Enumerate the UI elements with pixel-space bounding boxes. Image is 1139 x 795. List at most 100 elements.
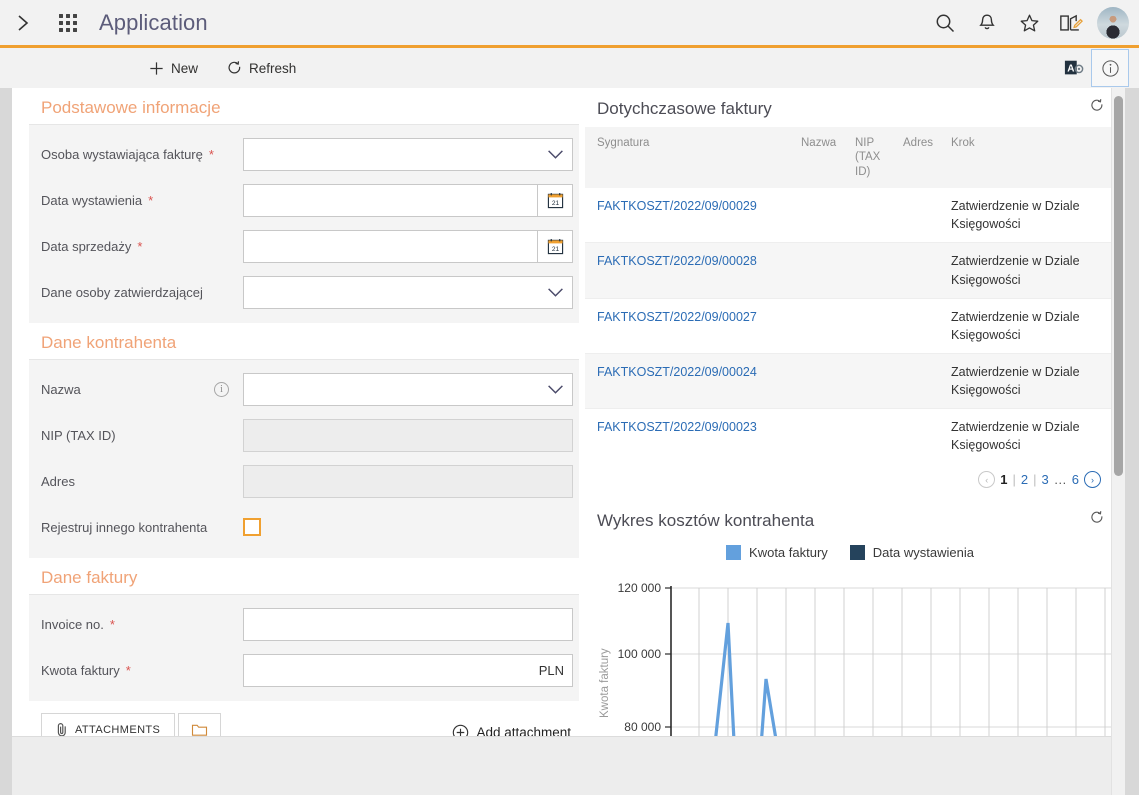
field-label: Osoba wystawiająca fakturę * — [29, 147, 243, 162]
bottom-band — [12, 736, 1125, 795]
cell-sygnatura: FAKTKOSZT/2022/09/00024 — [585, 353, 797, 410]
column-header-nip[interactable]: NIP (TAX ID) — [851, 127, 899, 189]
avatar[interactable] — [1097, 7, 1129, 39]
cell-krok: Zatwierdzenie w Dziale Księgowości — [947, 353, 1115, 410]
date-picker-button[interactable]: 21 — [537, 229, 573, 263]
new-button-label: New — [171, 60, 199, 76]
field-osoba-wystawiajaca: Osoba wystawiająca fakturę * — [29, 131, 579, 177]
notes-edit-icon[interactable] — [1053, 3, 1089, 43]
dane-osoby-zatwierdzajacej-select[interactable] — [243, 275, 573, 309]
legend-label: Kwota faktury — [749, 545, 828, 561]
scrollbar-thumb[interactable] — [1114, 96, 1123, 476]
nazwa-select[interactable] — [243, 372, 573, 406]
tab-attachments-label: ATTACHMENTS — [75, 723, 161, 736]
currency-suffix: PLN — [538, 662, 564, 678]
invoices-panel-header: Dotychczasowe faktury — [585, 88, 1115, 127]
field-data-wystawienia: Data wystawienia * 21 — [29, 177, 579, 223]
adres-input[interactable] — [243, 464, 573, 498]
field-label: Data wystawienia * — [29, 193, 243, 208]
label-text: NIP (TAX ID) — [41, 427, 116, 443]
field-control — [243, 137, 573, 171]
section-title-basic-info: Podstawowe informacje — [41, 98, 221, 117]
column-header-adres[interactable]: Adres — [899, 127, 947, 189]
invoice-link[interactable]: FAKTKOSZT/2022/09/00028 — [597, 254, 757, 268]
cell-adres — [899, 409, 947, 464]
legend-item-kwota-faktury[interactable]: Kwota faktury — [726, 545, 828, 561]
cell-krok: Zatwierdzenie w Dziale Księgowości — [947, 298, 1115, 354]
column-header-krok[interactable]: Krok — [947, 127, 1115, 189]
cell-krok: Zatwierdzenie w Dziale Księgowości — [951, 420, 1080, 453]
rejestruj-innego-kontrahenta-checkbox[interactable] — [243, 518, 261, 536]
app-launcher-icon[interactable] — [46, 0, 90, 46]
invoice-link[interactable]: FAKTKOSZT/2022/09/00027 — [597, 310, 757, 324]
field-control — [243, 372, 573, 406]
invoice-link[interactable]: FAKTKOSZT/2022/09/00024 — [597, 365, 757, 379]
cell-sygnatura: FAKTKOSZT/2022/09/00028 — [585, 242, 797, 299]
cell-nip — [851, 409, 899, 464]
refresh-button[interactable]: Refresh — [222, 55, 300, 82]
vertical-scrollbar[interactable] — [1111, 88, 1125, 795]
content-frame: Podstawowe informacje Osoba wystawiająca… — [0, 88, 1139, 795]
cell-nazwa — [797, 188, 851, 244]
invoice-link[interactable]: FAKTKOSZT/2022/09/00029 — [597, 199, 757, 213]
pagination-page-3[interactable]: 3 — [1042, 472, 1049, 487]
label-text: Invoice no. — [41, 616, 104, 632]
invoices-refresh-icon[interactable] — [1089, 98, 1105, 119]
osoba-wystawiajaca-select[interactable] — [243, 137, 573, 171]
chart-refresh-icon[interactable] — [1089, 510, 1105, 531]
field-control — [243, 275, 573, 309]
date-picker-button[interactable]: 21 — [537, 183, 573, 217]
table-row[interactable]: FAKTKOSZT/2022/09/00029 Zatwierdzenie w … — [585, 188, 1115, 244]
top-app-bar: Application — [0, 0, 1139, 46]
favorites-icon[interactable] — [1011, 3, 1047, 43]
pagination-page-1[interactable]: 1 — [1000, 472, 1007, 487]
chart-legend: Kwota faktury Data wystawienia — [585, 539, 1115, 568]
table-row[interactable]: FAKTKOSZT/2022/09/00027 Zatwierdzenie w … — [585, 298, 1115, 354]
pagination-page-2[interactable]: 2 — [1021, 472, 1028, 487]
info-icon[interactable]: i — [214, 381, 229, 397]
pagination-next-button[interactable]: › — [1084, 471, 1101, 489]
kwota-faktury-input[interactable]: PLN — [243, 653, 573, 687]
pagination-prev-button[interactable]: ‹ — [978, 471, 996, 489]
cell-nip — [851, 298, 899, 354]
table-row[interactable]: FAKTKOSZT/2022/09/00028 Zatwierdzenie w … — [585, 242, 1115, 299]
column-header-nazwa[interactable]: Nazwa — [797, 127, 851, 189]
field-control — [243, 418, 573, 452]
refresh-icon — [228, 60, 241, 74]
cell-adres — [899, 298, 947, 354]
svg-text:A: A — [1067, 63, 1074, 74]
legend-swatch — [849, 545, 865, 561]
chevron-down-icon — [548, 384, 563, 394]
column-header-sygnatura[interactable]: Sygnatura — [585, 127, 797, 189]
invoice-no-input[interactable] — [243, 607, 573, 641]
new-button[interactable]: New — [144, 55, 202, 82]
field-nazwa: Nazwa i — [29, 366, 579, 412]
cell-krok: Zatwierdzenie w Dziale Księgowości — [947, 242, 1115, 299]
svg-text:21: 21 — [551, 246, 559, 253]
field-kwota-faktury: Kwota faktury * PLN — [29, 647, 579, 693]
table-row[interactable]: FAKTKOSZT/2022/09/00024 Zatwierdzenie w … — [585, 353, 1115, 410]
data-sprzedazy-input[interactable] — [243, 229, 537, 263]
pagination-separator: | — [1033, 472, 1037, 488]
legend-swatch — [726, 545, 742, 561]
accessibility-settings-icon[interactable]: A — [1057, 49, 1091, 87]
label-text: Osoba wystawiająca fakturę — [41, 146, 203, 162]
information-button[interactable] — [1091, 49, 1129, 87]
legend-item-data-wystawienia[interactable]: Data wystawienia — [849, 545, 974, 561]
notifications-icon[interactable] — [969, 3, 1005, 43]
label-text: Adres — [41, 473, 75, 489]
cell-nazwa — [797, 409, 851, 464]
pagination-page-last[interactable]: 6 — [1072, 472, 1079, 487]
search-icon[interactable] — [927, 3, 963, 43]
data-wystawienia-input[interactable] — [243, 183, 537, 217]
folder-icon — [192, 724, 208, 736]
table-row[interactable]: FAKTKOSZT/2022/09/00023 Zatwierdzenie w … — [585, 409, 1115, 464]
command-bar: New Refresh A — [0, 48, 1139, 88]
table-header-row: Sygnatura Nazwa NIP (TAX ID) Adres Krok — [585, 127, 1115, 189]
invoices-table-body: FAKTKOSZT/2022/09/00029 Zatwierdzenie w … — [585, 188, 1115, 463]
chevron-right-icon[interactable] — [0, 0, 46, 46]
invoice-link[interactable]: FAKTKOSZT/2022/09/00023 — [597, 420, 757, 434]
nip-input[interactable] — [243, 418, 573, 452]
required-marker: * — [109, 616, 115, 632]
field-label: Invoice no. * — [29, 617, 243, 632]
